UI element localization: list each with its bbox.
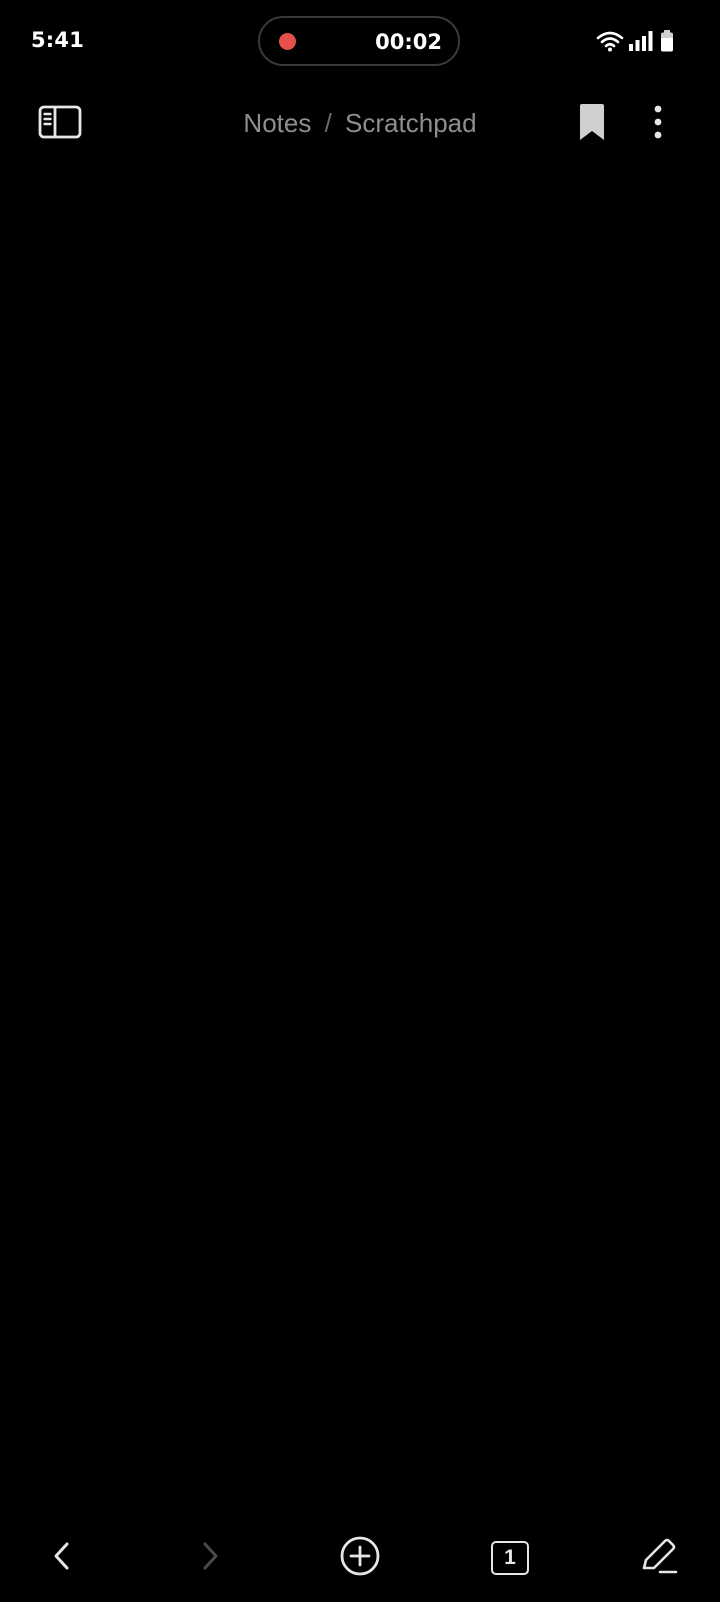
wifi-icon	[596, 30, 624, 57]
status-bar: 5:41 00:02	[0, 0, 720, 84]
sidebar-toggle-button[interactable]	[36, 104, 84, 144]
new-note-button[interactable]	[336, 1534, 384, 1582]
more-vertical-icon	[653, 105, 663, 144]
breadcrumb-parent[interactable]: Notes	[243, 108, 311, 138]
bookmark-icon	[577, 103, 607, 146]
tab-count-icon: 1	[491, 1541, 529, 1575]
recording-timer: 00:02	[375, 30, 442, 54]
note-editor-area[interactable]	[0, 170, 720, 1510]
bookmark-button[interactable]	[570, 102, 614, 146]
tabs-button[interactable]: 1	[486, 1534, 534, 1582]
breadcrumb-current[interactable]: Scratchpad	[345, 108, 477, 138]
signal-icon	[628, 30, 654, 57]
back-button[interactable]	[40, 1536, 84, 1580]
top-app-bar: Notes / Scratchpad	[0, 88, 720, 164]
status-time: 5:41	[31, 28, 85, 52]
back-arrow-icon	[52, 1541, 72, 1576]
recording-dot-icon	[279, 33, 296, 50]
forward-arrow-icon	[200, 1541, 220, 1576]
add-circle-icon	[339, 1535, 381, 1582]
breadcrumb: Notes / Scratchpad	[160, 108, 560, 139]
sidebar-toggle-icon	[38, 105, 82, 144]
edit-button[interactable]	[634, 1534, 682, 1582]
tab-count: 1	[504, 1546, 516, 1569]
more-options-button[interactable]	[636, 102, 680, 146]
bottom-toolbar: 1	[0, 1520, 720, 1602]
edit-pen-icon	[638, 1536, 678, 1581]
screen-recording-indicator[interactable]: 00:02	[258, 16, 460, 66]
breadcrumb-separator: /	[324, 108, 332, 138]
battery-icon	[660, 30, 674, 57]
forward-button[interactable]	[188, 1536, 232, 1580]
